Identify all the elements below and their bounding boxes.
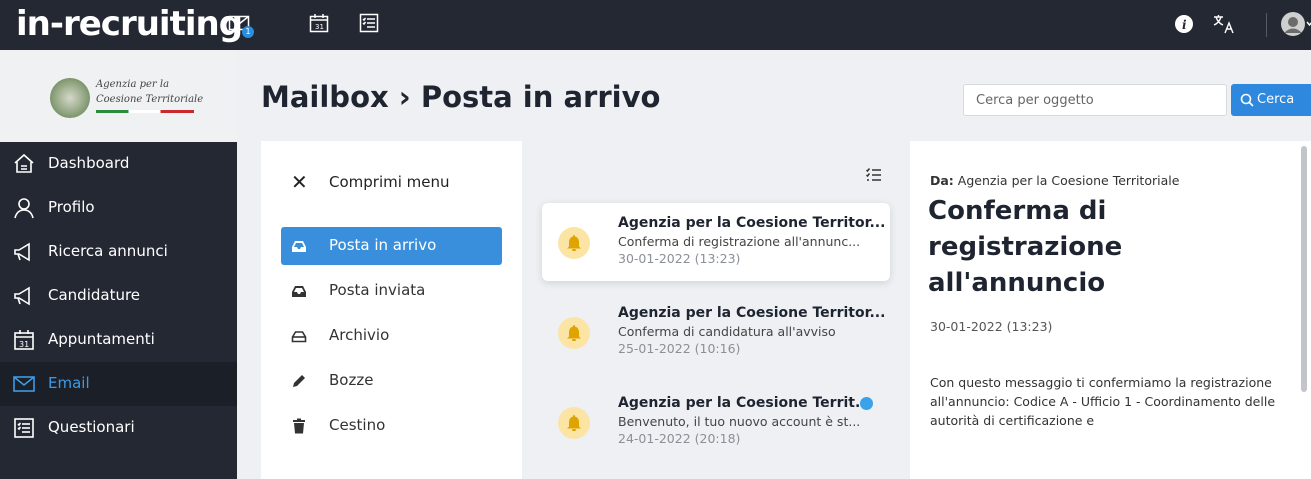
sidebar-item-label: Candidature [48,286,141,304]
message-sender: Agenzia per la Coesione Territ... [618,395,871,411]
close-icon: ✕ [291,170,308,194]
detail-fade [910,431,1311,479]
sidebar-item-profilo[interactable]: Profilo [0,186,237,230]
folder-label: Posta in arrivo [329,236,437,254]
collapse-menu-label: Comprimi menu [329,173,450,191]
sidebar-item-label: Dashboard [48,154,130,172]
pencil-icon [291,373,307,389]
flag-stripe [96,110,194,113]
message-list: Agenzia per la Coesione Territor... Conf… [522,141,910,479]
app-logo[interactable]: in-recruiting [16,4,243,44]
detail-date: 30-01-2022 (13:23) [930,319,1053,334]
message-date: 25-01-2022 (10:16) [618,341,741,356]
folder-panel: ✕ Comprimi menu Posta in arrivo Posta in… [261,141,522,479]
detail-title: Conferma di registrazione all'annuncio [928,196,1123,298]
brand-logo: Agenzia per la Coesione Territoriale [0,50,237,142]
folder-archivio[interactable]: Archivio [281,317,502,355]
sidebar-item-label: Ricerca annunci [48,242,168,260]
outbox-icon [291,283,307,299]
mail-icon [12,372,36,396]
folder-bozze[interactable]: Bozze [281,362,502,400]
brand-line1: Agenzia per la [96,79,170,90]
search-button[interactable]: Cerca [1231,84,1311,116]
svg-text:31: 31 [315,23,324,31]
folder-label: Archivio [329,326,390,344]
sort-list-icon[interactable] [865,166,883,184]
sidebar-item-label: Email [48,374,90,392]
detail-body: Con questo messaggio ti confermiamo la r… [930,375,1276,428]
message-subject: Benvenuto, il tuo nuovo account è st... [618,414,861,429]
svg-text:31: 31 [19,340,29,349]
bell-icon [558,317,590,349]
sidebar-item-email[interactable]: Email [0,362,237,406]
svg-text:i: i [1182,18,1187,32]
info-icon[interactable]: i [1174,14,1194,38]
sidebar-item-questionari[interactable]: Questionari [0,406,237,450]
unread-dot [860,397,873,410]
folder-cestino[interactable]: Cestino [281,407,502,445]
message-sender: Agenzia per la Coesione Territor... [618,215,886,231]
megaphone-icon [12,284,36,308]
message-item[interactable]: Agenzia per la Coesione Territ... Benven… [542,383,890,461]
folder-posta-inviata[interactable]: Posta inviata [281,272,502,310]
megaphone-icon [12,240,36,264]
topbar-divider [1266,13,1267,37]
detail-scrollbar[interactable] [1301,146,1307,392]
message-date: 30-01-2022 (13:23) [618,251,741,266]
emblem-icon [50,78,90,118]
mail-badge: 1 [242,26,254,38]
calendar-icon: 31 [12,328,36,352]
sidebar: Agenzia per la Coesione Territoriale Das… [0,50,237,479]
brand-line2: Coesione Territoriale [96,94,204,105]
folder-label: Cestino [329,416,386,434]
bell-icon [558,407,590,439]
message-subject: Conferma di candidatura all'avviso [618,324,836,339]
sidebar-item-label: Questionari [48,418,135,436]
message-sender: Agenzia per la Coesione Territor... [618,305,886,321]
home-icon [12,152,36,176]
page-title: Mailbox › Posta in arrivo [261,80,661,114]
top-bar: in-recruiting 1 31 i [0,0,1311,50]
sidebar-item-candidature[interactable]: Candidature [0,274,237,318]
user-icon [12,196,36,220]
bell-icon [558,227,590,259]
folder-label: Posta inviata [329,281,426,299]
calendar-icon[interactable]: 31 [308,12,330,34]
checklist-icon [12,416,36,440]
sidebar-item-ricerca-annunci[interactable]: Ricerca annunci [0,230,237,274]
sidebar-item-label: Appuntamenti [48,330,155,348]
detail-from-label: Da: [930,173,954,188]
translate-icon[interactable] [1212,13,1236,39]
archive-icon [291,328,307,344]
message-detail: Da: Agenzia per la Coesione Territoriale… [910,141,1311,479]
message-subject: Conferma di registrazione all'annunc... [618,234,861,249]
search-icon [1240,93,1254,107]
folder-label: Bozze [329,371,374,389]
sidebar-item-appuntamenti[interactable]: 31 Appuntamenti [0,318,237,362]
message-date: 24-01-2022 (20:18) [618,431,741,446]
detail-from: Da: Agenzia per la Coesione Territoriale [930,173,1179,188]
checklist-icon[interactable] [358,12,380,34]
avatar[interactable] [1280,11,1311,41]
sidebar-item-label: Profilo [48,198,95,216]
message-item[interactable]: Agenzia per la Coesione Territor... Conf… [542,203,890,281]
folder-posta-in-arrivo[interactable]: Posta in arrivo [281,227,502,265]
trash-icon [291,418,307,434]
detail-sender: Agenzia per la Coesione Territoriale [957,173,1180,188]
sidebar-item-dashboard[interactable]: Dashboard [0,142,237,186]
search-button-label: Cerca [1257,92,1295,107]
message-item[interactable]: Agenzia per la Coesione Territor... Conf… [542,293,890,371]
search-input[interactable] [963,84,1227,116]
inbox-icon [291,238,307,254]
